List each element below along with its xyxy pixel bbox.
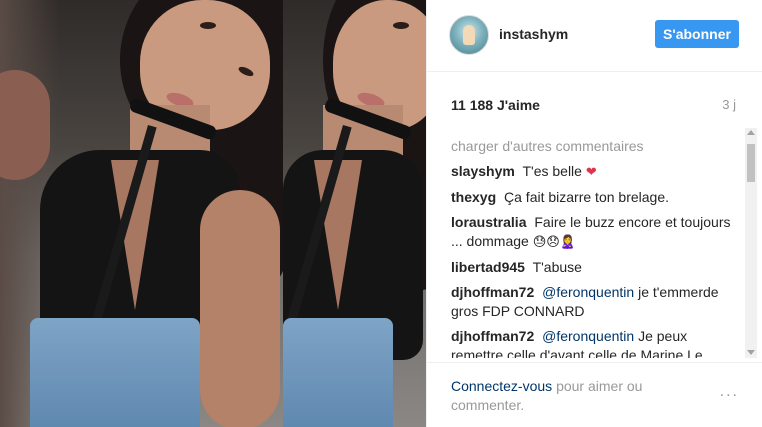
scrollbar-thumb[interactable] (747, 144, 755, 182)
post-footer: Connectez-vous pour aimer ou commenter. … (427, 362, 762, 427)
scroll-down-arrow-icon[interactable] (747, 350, 755, 355)
jeans (283, 318, 393, 427)
comment-item: djhoffman72 @feronquentin je t'emmerde g… (451, 283, 741, 321)
comment-username[interactable]: djhoffman72 (451, 284, 534, 300)
comments-scrollbar[interactable] (745, 128, 757, 358)
heart-emoji-icon: ❤ (585, 165, 597, 180)
arm-raised (0, 70, 50, 180)
sad-emoji-icon: 😓😞🙎‍♀️ (532, 235, 577, 250)
post-sidebar: instashym S'abonner 11 188 J'aime 3 j ch… (426, 0, 762, 427)
comment-username[interactable]: slayshym (451, 163, 515, 179)
comment-item: slayshym T'es belle ❤ (451, 162, 741, 182)
comment-item: libertad945 T'abuse (451, 258, 741, 277)
follow-button[interactable]: S'abonner (655, 20, 739, 48)
avatar-figure (463, 25, 475, 45)
comment-item: djhoffman72 @feronquentin Je peux remett… (451, 327, 741, 358)
jeans (30, 318, 200, 427)
login-link[interactable]: Connectez-vous (451, 378, 552, 394)
photo-panel-right (283, 0, 426, 427)
comment-text: T'es belle (522, 163, 582, 179)
load-more-comments[interactable]: charger d'autres commentaires (451, 137, 741, 155)
comment-text: T'abuse (532, 259, 582, 275)
post-photo[interactable] (0, 0, 426, 427)
comment-username[interactable]: djhoffman72 (451, 328, 534, 344)
eye (200, 22, 216, 29)
eye (393, 22, 409, 29)
comments-list: charger d'autres commentaires slayshym T… (451, 132, 741, 358)
scroll-up-arrow-icon[interactable] (747, 130, 755, 135)
comment-mention[interactable]: @feronquentin (542, 284, 634, 300)
comment-username[interactable]: libertad945 (451, 259, 525, 275)
username-link[interactable]: instashym (499, 26, 568, 42)
post-header: instashym S'abonner (427, 0, 762, 72)
arm (200, 190, 280, 427)
comment-text: Ça fait bizarre ton brelage. (504, 189, 669, 205)
more-options-icon[interactable]: ... (720, 383, 739, 401)
login-prompt: Connectez-vous pour aimer ou commenter. (451, 377, 681, 415)
post-age[interactable]: 3 j (722, 97, 736, 112)
user-avatar[interactable] (449, 15, 489, 55)
comment-item: thexyg Ça fait bizarre ton brelage. (451, 188, 741, 207)
photo-panel-left (0, 0, 283, 427)
comment-username[interactable]: loraustralia (451, 214, 526, 230)
comment-item: loraustralia Faire le buzz encore et tou… (451, 213, 741, 252)
comment-mention[interactable]: @feronquentin (542, 328, 634, 344)
comment-username[interactable]: thexyg (451, 189, 496, 205)
likes-count[interactable]: 11 188 J'aime (451, 97, 540, 113)
